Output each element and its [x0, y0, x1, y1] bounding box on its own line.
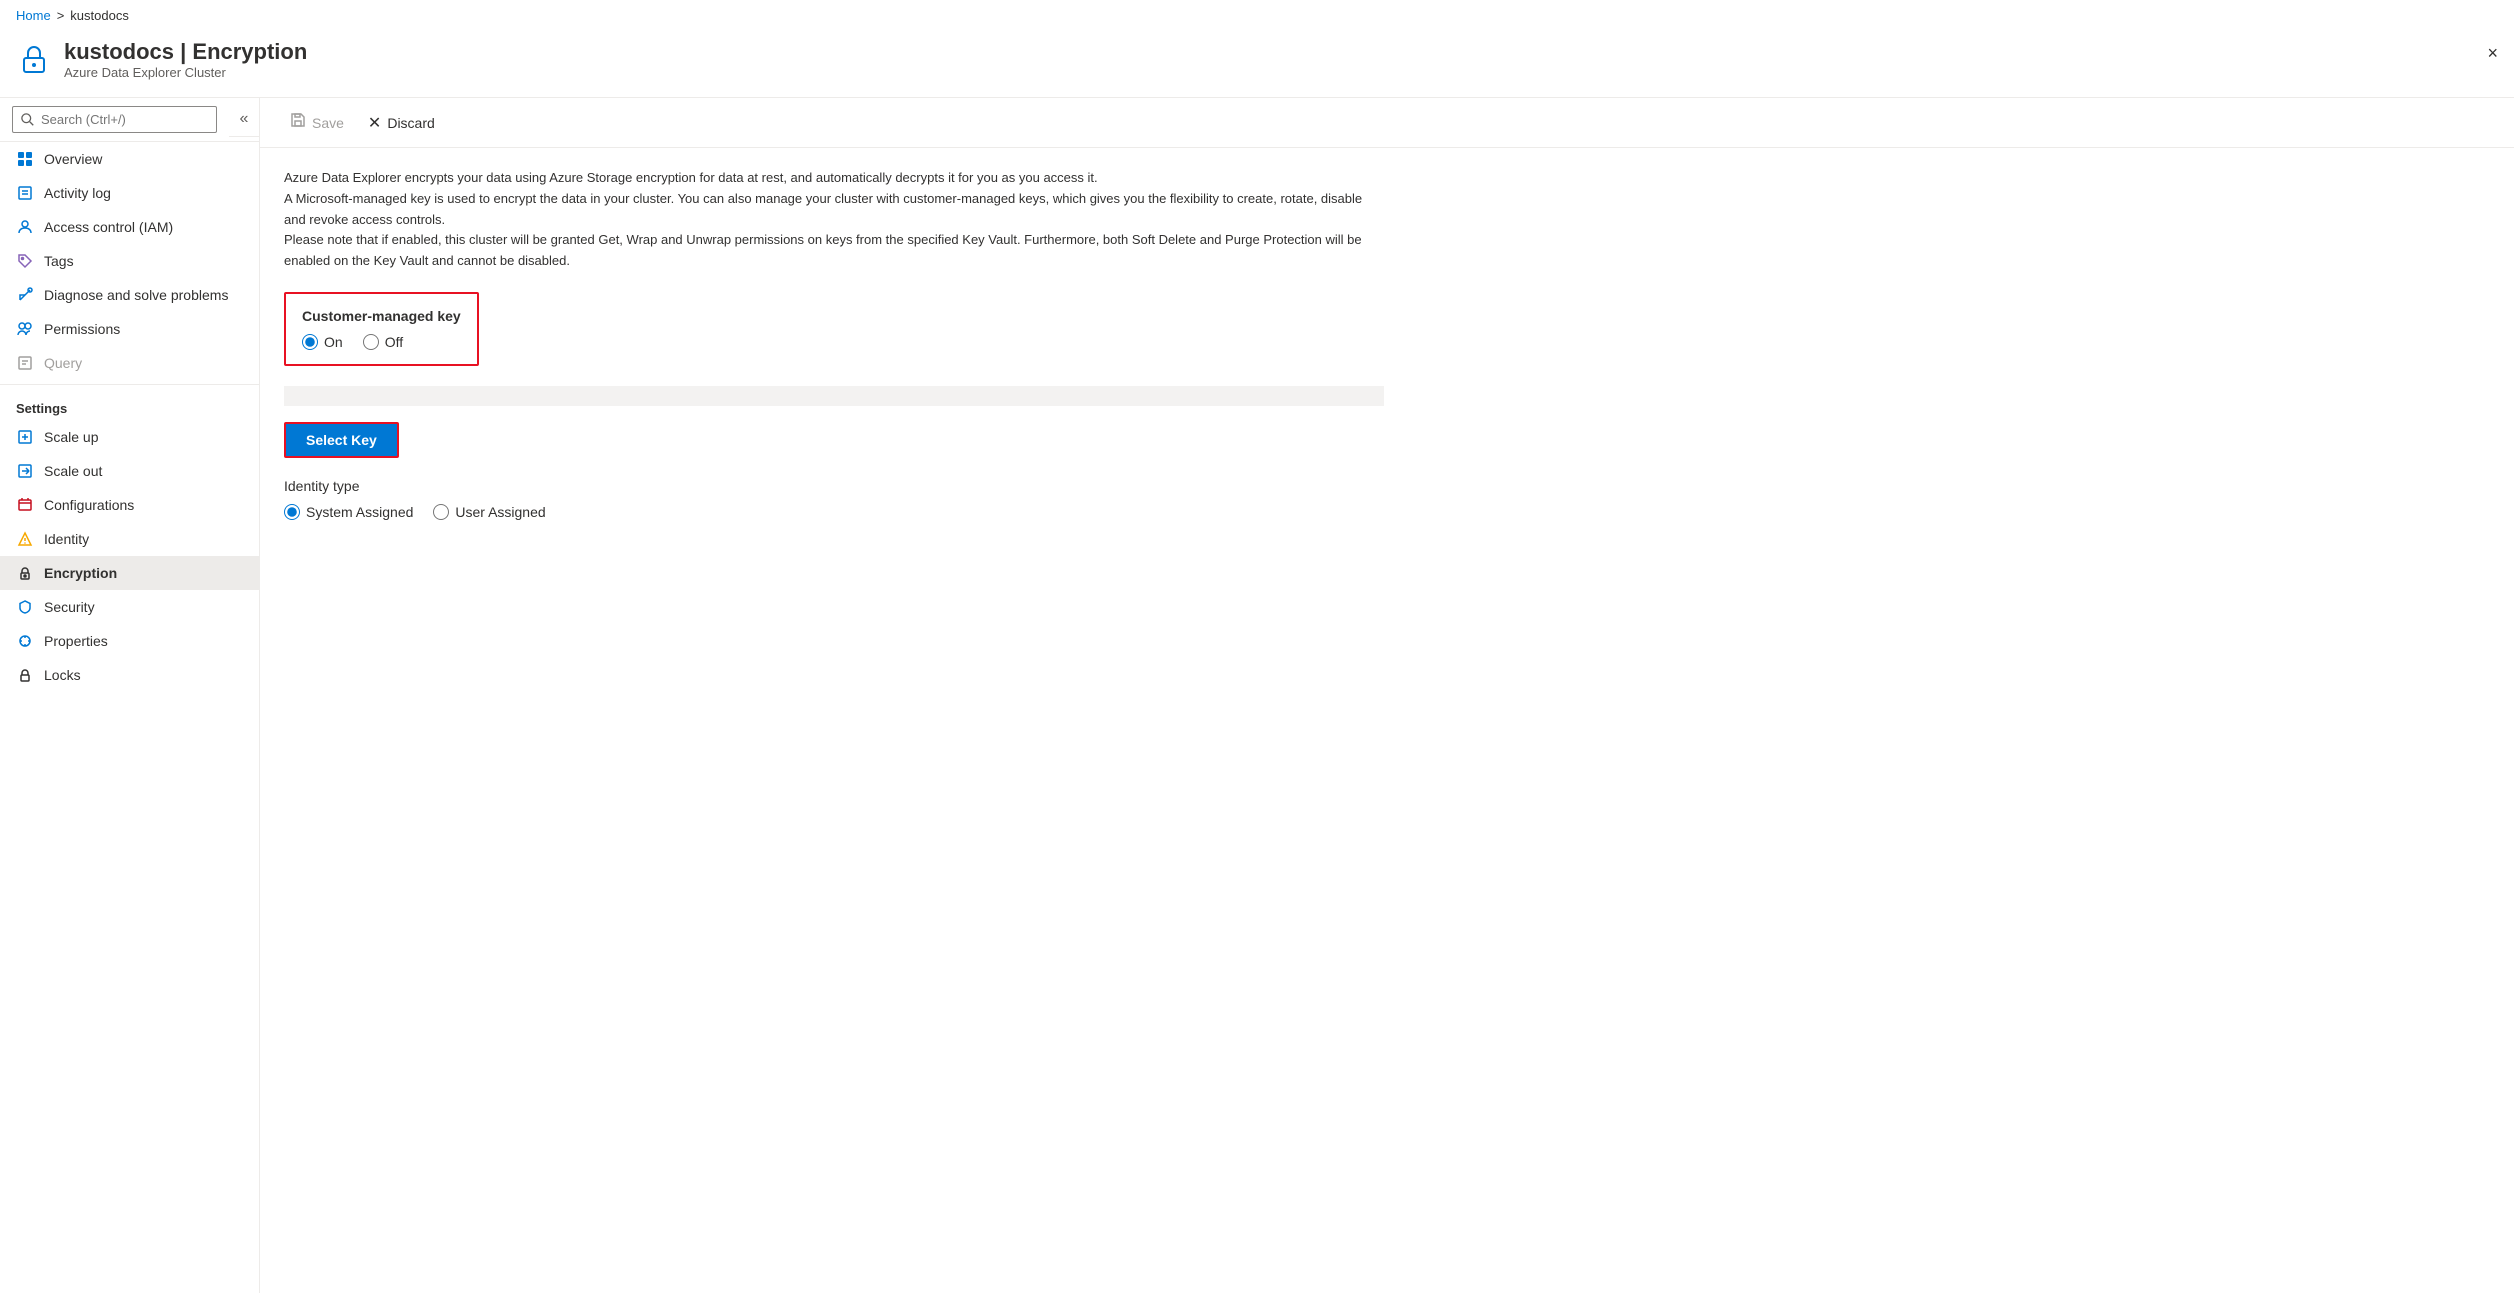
nav-item-locks[interactable]: Locks	[0, 658, 259, 692]
title-block: kustodocs | Encryption Azure Data Explor…	[64, 39, 307, 80]
select-key-button[interactable]: Select Key	[284, 422, 399, 458]
cmk-on-radio[interactable]	[302, 334, 318, 350]
query-icon	[16, 354, 34, 372]
customer-managed-key-box: Customer-managed key On Off	[284, 292, 479, 366]
security-icon	[16, 598, 34, 616]
query-label: Query	[44, 355, 82, 371]
nav-item-overview[interactable]: Overview	[0, 142, 259, 176]
activity-icon	[16, 184, 34, 202]
nav-item-activity-log[interactable]: Activity log	[0, 176, 259, 210]
cmk-on-label: On	[324, 334, 343, 350]
permissions-label: Permissions	[44, 321, 120, 337]
cmk-radio-group: On Off	[302, 334, 461, 350]
settings-header: Settings	[0, 389, 259, 420]
breadcrumb-home[interactable]: Home	[16, 8, 51, 23]
nav-item-scale-up[interactable]: Scale up	[0, 420, 259, 454]
cmk-off-radio[interactable]	[363, 334, 379, 350]
identity-system-label: System Assigned	[306, 504, 413, 520]
iam-icon	[16, 218, 34, 236]
overview-icon	[16, 150, 34, 168]
identity-user-radio[interactable]	[433, 504, 449, 520]
permissions-icon	[16, 320, 34, 338]
identity-type-label: Identity type	[284, 478, 2490, 494]
toolbar: Save ✕ Discard	[260, 98, 2514, 148]
identity-system-option[interactable]: System Assigned	[284, 504, 413, 520]
nav-item-encryption[interactable]: Encryption	[0, 556, 259, 590]
cmk-label: Customer-managed key	[302, 308, 461, 324]
tags-label: Tags	[44, 253, 74, 269]
config-icon	[16, 496, 34, 514]
tags-icon	[16, 252, 34, 270]
divider	[0, 384, 259, 385]
properties-label: Properties	[44, 633, 108, 649]
identity-section: Identity type System Assigned User Assig…	[284, 478, 2490, 520]
page-title: kustodocs | Encryption	[64, 39, 307, 65]
content-area: Save ✕ Discard Azure Data Explorer encry…	[260, 98, 2514, 1293]
breadcrumb: Home > kustodocs	[0, 0, 2514, 31]
description-line3: Please note that if enabled, this cluste…	[284, 232, 1362, 268]
config-label: Configurations	[44, 497, 134, 513]
overview-label: Overview	[44, 151, 102, 167]
discard-icon: ✕	[368, 113, 381, 133]
discard-label: Discard	[387, 115, 434, 131]
close-button[interactable]: ×	[2487, 43, 2498, 64]
page-header: kustodocs | Encryption Azure Data Explor…	[0, 31, 2514, 98]
encryption-label: Encryption	[44, 565, 117, 581]
sidebar-search-container	[0, 98, 229, 141]
locks-icon	[16, 666, 34, 684]
cmk-on-option[interactable]: On	[302, 334, 343, 350]
identity-label: Identity	[44, 531, 89, 547]
scaleup-label: Scale up	[44, 429, 98, 445]
description-line1: Azure Data Explorer encrypts your data u…	[284, 170, 1098, 185]
encrypt-icon	[16, 564, 34, 582]
cmk-off-label: Off	[385, 334, 403, 350]
description-line2: A Microsoft-managed key is used to encry…	[284, 191, 1362, 227]
nav-item-tags[interactable]: Tags	[0, 244, 259, 278]
locks-label: Locks	[44, 667, 81, 683]
nav-item-iam[interactable]: Access control (IAM)	[0, 210, 259, 244]
sidebar: « Overview Activity log Access control (…	[0, 98, 260, 1293]
nav-item-permissions[interactable]: Permissions	[0, 312, 259, 346]
nav-item-scale-out[interactable]: Scale out	[0, 454, 259, 488]
main-layout: « Overview Activity log Access control (…	[0, 98, 2514, 1293]
search-input[interactable]	[12, 106, 217, 133]
sidebar-search-row: «	[0, 98, 259, 142]
save-label: Save	[312, 115, 344, 131]
identity-user-option[interactable]: User Assigned	[433, 504, 545, 520]
content-body: Azure Data Explorer encrypts your data u…	[260, 148, 2514, 1293]
scaleup-icon	[16, 428, 34, 446]
breadcrumb-current: kustodocs	[70, 8, 129, 23]
separator-bar	[284, 386, 1384, 406]
properties-icon	[16, 632, 34, 650]
identity-icon	[16, 530, 34, 548]
identity-radio-group: System Assigned User Assigned	[284, 504, 2490, 520]
breadcrumb-separator: >	[57, 8, 65, 23]
activity-label: Activity log	[44, 185, 111, 201]
page-subtitle: Azure Data Explorer Cluster	[64, 65, 307, 80]
identity-system-radio[interactable]	[284, 504, 300, 520]
scaleout-label: Scale out	[44, 463, 102, 479]
nav-item-query[interactable]: Query	[0, 346, 259, 380]
discard-button[interactable]: ✕ Discard	[358, 107, 445, 139]
diagnose-icon	[16, 286, 34, 304]
collapse-button[interactable]: «	[229, 102, 259, 137]
diagnose-label: Diagnose and solve problems	[44, 287, 228, 303]
nav-item-security[interactable]: Security	[0, 590, 259, 624]
lock-icon	[16, 41, 52, 85]
description-text: Azure Data Explorer encrypts your data u…	[284, 168, 1384, 272]
save-icon	[290, 112, 306, 133]
nav-item-diagnose[interactable]: Diagnose and solve problems	[0, 278, 259, 312]
identity-user-label: User Assigned	[455, 504, 545, 520]
security-label: Security	[44, 599, 95, 615]
cmk-off-option[interactable]: Off	[363, 334, 403, 350]
scaleout-icon	[16, 462, 34, 480]
nav-item-properties[interactable]: Properties	[0, 624, 259, 658]
iam-label: Access control (IAM)	[44, 219, 173, 235]
nav-item-identity[interactable]: Identity	[0, 522, 259, 556]
nav-item-configurations[interactable]: Configurations	[0, 488, 259, 522]
save-button[interactable]: Save	[280, 106, 354, 139]
